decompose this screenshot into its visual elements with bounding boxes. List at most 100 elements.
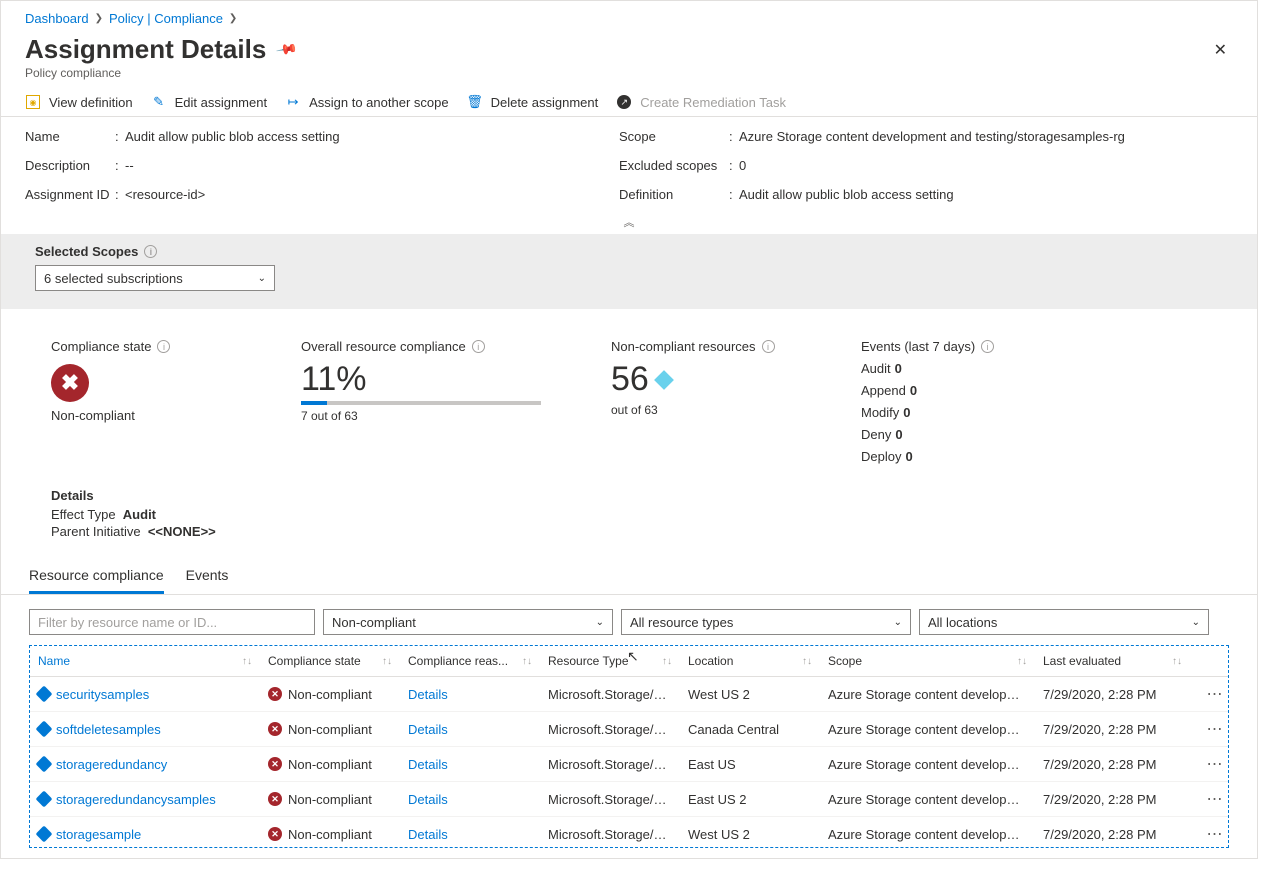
table-row: storageredundancy✕Non-compliantDetailsMi… — [30, 747, 1228, 782]
sort-icon: ↑↓ — [522, 656, 532, 667]
breadcrumb-policy[interactable]: Policy | Compliance — [109, 11, 223, 26]
assign-scope-button[interactable]: ↦ Assign to another scope — [285, 94, 448, 110]
noncompliant-badge-icon: ✕ — [268, 687, 282, 701]
event-append-label: Append — [861, 383, 906, 398]
compliance-state-value: Non-compliant — [51, 408, 241, 423]
selected-scopes-label: Selected Scopes — [35, 244, 138, 259]
details-link[interactable]: Details — [400, 750, 540, 779]
horizontal-scrollbar[interactable] — [0, 859, 1263, 875]
scope-cell: Azure Storage content developme... — [820, 680, 1035, 709]
pin-icon[interactable]: 📌 — [275, 38, 299, 62]
row-more-button[interactable]: ⋯ — [1190, 782, 1228, 816]
close-button[interactable]: ✕ — [1208, 34, 1233, 66]
col-actions — [1190, 646, 1240, 676]
col-restype[interactable]: Resource Type↑↓ — [540, 646, 680, 676]
edit-assignment-button[interactable]: ✎ Edit assignment — [151, 94, 268, 110]
col-scope[interactable]: Scope↑↓ — [820, 646, 1035, 676]
resource-link[interactable]: storageredundancysamples — [56, 792, 216, 807]
kv-excluded-label: Excluded scopes — [619, 158, 729, 173]
tab-events[interactable]: Events — [186, 559, 229, 594]
kv-scope-label: Scope — [619, 129, 729, 144]
row-more-button[interactable]: ⋯ — [1190, 747, 1228, 781]
filter-compliance-value: Non-compliant — [332, 615, 416, 630]
info-icon[interactable]: i — [762, 340, 775, 353]
create-task-button: ↗ Create Remediation Task — [616, 94, 786, 110]
collapse-section-toggle[interactable]: ︽ — [1, 214, 1257, 234]
non-compliant-icon: ✖ — [51, 364, 89, 402]
effect-label: Effect Type — [51, 507, 116, 522]
event-modify-label: Modify — [861, 405, 899, 420]
noncompliant-badge-icon: ✕ — [268, 827, 282, 841]
col-name[interactable]: Name↑↓ — [30, 646, 260, 676]
scope-cell: Azure Storage content developme... — [820, 750, 1035, 779]
row-more-button[interactable]: ⋯ — [1190, 712, 1228, 746]
resource-link[interactable]: storageredundancy — [56, 757, 167, 772]
sort-icon: ↑↓ — [1017, 656, 1027, 667]
resource-link[interactable]: securitysamples — [56, 687, 149, 702]
resource-icon — [36, 721, 53, 738]
trash-icon: 🗑 — [467, 94, 483, 110]
kv-desc-value: -- — [125, 158, 619, 173]
toolbar: ◉ View definition ✎ Edit assignment ↦ As… — [1, 88, 1257, 117]
info-icon[interactable]: i — [981, 340, 994, 353]
location-cell: West US 2 — [680, 820, 820, 848]
details-heading: Details — [51, 488, 1207, 503]
kv-name-label: Name — [25, 129, 115, 144]
col-reason[interactable]: Compliance reas...↑↓ — [400, 646, 540, 676]
last-eval-cell: 7/29/2020, 2:28 PM — [1035, 785, 1190, 814]
noncompliant-label: Non-compliant resources — [611, 339, 756, 354]
compliance-state-label: Compliance state — [51, 339, 151, 354]
filter-name-input[interactable]: Filter by resource name or ID... — [29, 609, 315, 635]
view-definition-button[interactable]: ◉ View definition — [25, 94, 133, 110]
location-cell: East US — [680, 750, 820, 779]
details-link[interactable]: Details — [400, 680, 540, 709]
info-icon[interactable]: i — [472, 340, 485, 353]
col-last[interactable]: Last evaluated↑↓ — [1035, 646, 1190, 676]
col-location[interactable]: Location↑↓ — [680, 646, 820, 676]
restype-cell: Microsoft.Storage/st... — [540, 680, 680, 709]
location-cell: East US 2 — [680, 785, 820, 814]
row-more-button[interactable]: ⋯ — [1190, 817, 1228, 847]
overall-compliance-label: Overall resource compliance — [301, 339, 466, 354]
restype-cell: Microsoft.Storage/st... — [540, 820, 680, 848]
resource-icon — [36, 791, 53, 808]
kv-assign-label: Assignment ID — [25, 187, 115, 202]
details-link[interactable]: Details — [400, 820, 540, 848]
kv-desc-label: Description — [25, 158, 115, 173]
kv-definition-value: Audit allow public blob access setting — [739, 187, 1233, 202]
filter-restype-dropdown[interactable]: All resource types⌄ — [621, 609, 911, 635]
filter-compliance-dropdown[interactable]: Non-compliant ⌄ — [323, 609, 613, 635]
last-eval-cell: 7/29/2020, 2:28 PM — [1035, 750, 1190, 779]
event-deploy-value: 0 — [905, 449, 912, 464]
tab-resource-compliance[interactable]: Resource compliance — [29, 559, 164, 594]
breadcrumb-dashboard[interactable]: Dashboard — [25, 11, 89, 26]
event-append-value: 0 — [910, 383, 917, 398]
cube-icon — [654, 370, 674, 390]
events-list: Audit0 Append0 Modify0 Deny0 Deploy0 — [861, 358, 1061, 468]
kv-definition-label: Definition — [619, 187, 729, 202]
info-icon[interactable]: i — [157, 340, 170, 353]
selected-scopes-dropdown[interactable]: 6 selected subscriptions ⌄ — [35, 265, 275, 291]
filter-location-dropdown[interactable]: All locations⌄ — [919, 609, 1209, 635]
edit-assignment-label: Edit assignment — [175, 95, 268, 110]
chevron-right-icon: ❯ — [95, 13, 103, 24]
chevron-right-icon: ❯ — [229, 13, 237, 24]
compliance-cell: Non-compliant — [288, 792, 372, 807]
row-more-button[interactable]: ⋯ — [1190, 677, 1228, 711]
details-link[interactable]: Details — [400, 785, 540, 814]
event-deny-label: Deny — [861, 427, 891, 442]
sort-icon: ↑↓ — [802, 656, 812, 667]
resource-link[interactable]: softdeletesamples — [56, 722, 161, 737]
info-icon[interactable]: i — [144, 245, 157, 258]
resource-link[interactable]: storagesample — [56, 827, 141, 842]
delete-assignment-button[interactable]: 🗑 Delete assignment — [467, 94, 599, 110]
page-title: Assignment Details — [25, 34, 266, 65]
col-compliance[interactable]: Compliance state↑↓ — [260, 646, 400, 676]
compliance-cell: Non-compliant — [288, 827, 372, 842]
details-link[interactable]: Details — [400, 715, 540, 744]
chevron-down-icon: ⌄ — [596, 617, 604, 628]
noncompliant-count: 56 — [611, 360, 649, 399]
noncompliant-badge-icon: ✕ — [268, 757, 282, 771]
page-subtitle: Policy compliance — [1, 66, 1257, 88]
compliance-cell: Non-compliant — [288, 687, 372, 702]
